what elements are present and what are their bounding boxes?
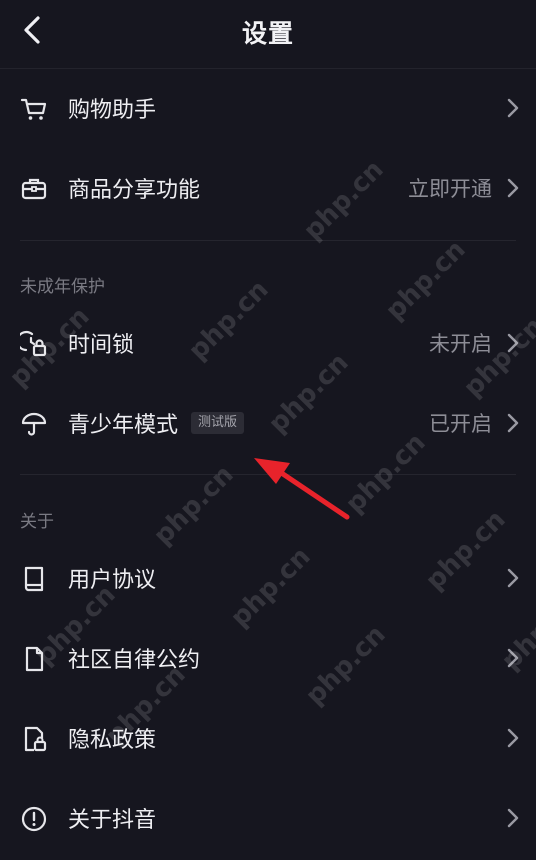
time-lock-icon	[20, 330, 47, 357]
chevron-right-icon	[507, 413, 519, 433]
row-value: 未开启	[429, 332, 492, 356]
row-label: 商品分享功能	[68, 178, 201, 203]
row-label: 关于抖音	[68, 808, 157, 833]
row-label: 隐私政策	[68, 728, 157, 753]
settings-screen: 设置 购物助手 商品分享功能 立即开通 未成年保护 时间锁 未开启 青少年模式 …	[0, 0, 536, 860]
document-icon	[25, 646, 44, 672]
chevron-right-icon	[507, 568, 519, 588]
row-label: 购物助手	[68, 98, 157, 123]
book-icon	[24, 566, 44, 592]
chevron-right-icon	[507, 98, 519, 118]
settings-row-privacy-policy[interactable]: 隐私政策	[0, 698, 536, 778]
chevron-right-icon	[507, 728, 519, 748]
chevron-right-icon	[507, 808, 519, 828]
page-title: 设置	[241, 19, 294, 48]
privacy-lock-icon	[24, 726, 47, 752]
beta-badge: 测试版	[191, 412, 245, 434]
section-title-minor-protection: 未成年保护	[20, 277, 105, 297]
cart-icon	[20, 98, 47, 120]
row-value: 已开启	[429, 412, 492, 436]
settings-row-user-agreement[interactable]: 用户协议	[0, 538, 536, 618]
chevron-right-icon	[507, 333, 519, 353]
settings-row-teen-mode[interactable]: 青少年模式 已开启	[0, 383, 536, 463]
chevron-right-icon	[507, 648, 519, 668]
settings-row-product-share[interactable]: 商品分享功能 立即开通	[0, 148, 536, 228]
umbrella-icon	[21, 412, 47, 436]
settings-row-about-app[interactable]: 关于抖音	[0, 778, 536, 858]
settings-row-shopping-assistant[interactable]: 购物助手	[0, 68, 536, 148]
row-label: 社区自律公约	[68, 648, 201, 673]
row-label: 青少年模式	[68, 413, 179, 438]
section-divider	[20, 474, 516, 475]
section-divider	[20, 240, 516, 241]
settings-row-community-convention[interactable]: 社区自律公约	[0, 618, 536, 698]
row-label: 时间锁	[68, 333, 135, 358]
info-icon	[21, 806, 47, 832]
row-label: 用户协议	[68, 568, 157, 593]
settings-row-time-lock[interactable]: 时间锁 未开启	[0, 303, 536, 383]
briefcase-icon	[21, 178, 47, 200]
chevron-right-icon	[507, 178, 519, 198]
section-title-about: 关于	[20, 512, 54, 532]
header-bar: 设置	[0, 0, 536, 69]
row-value: 立即开通	[408, 177, 492, 201]
